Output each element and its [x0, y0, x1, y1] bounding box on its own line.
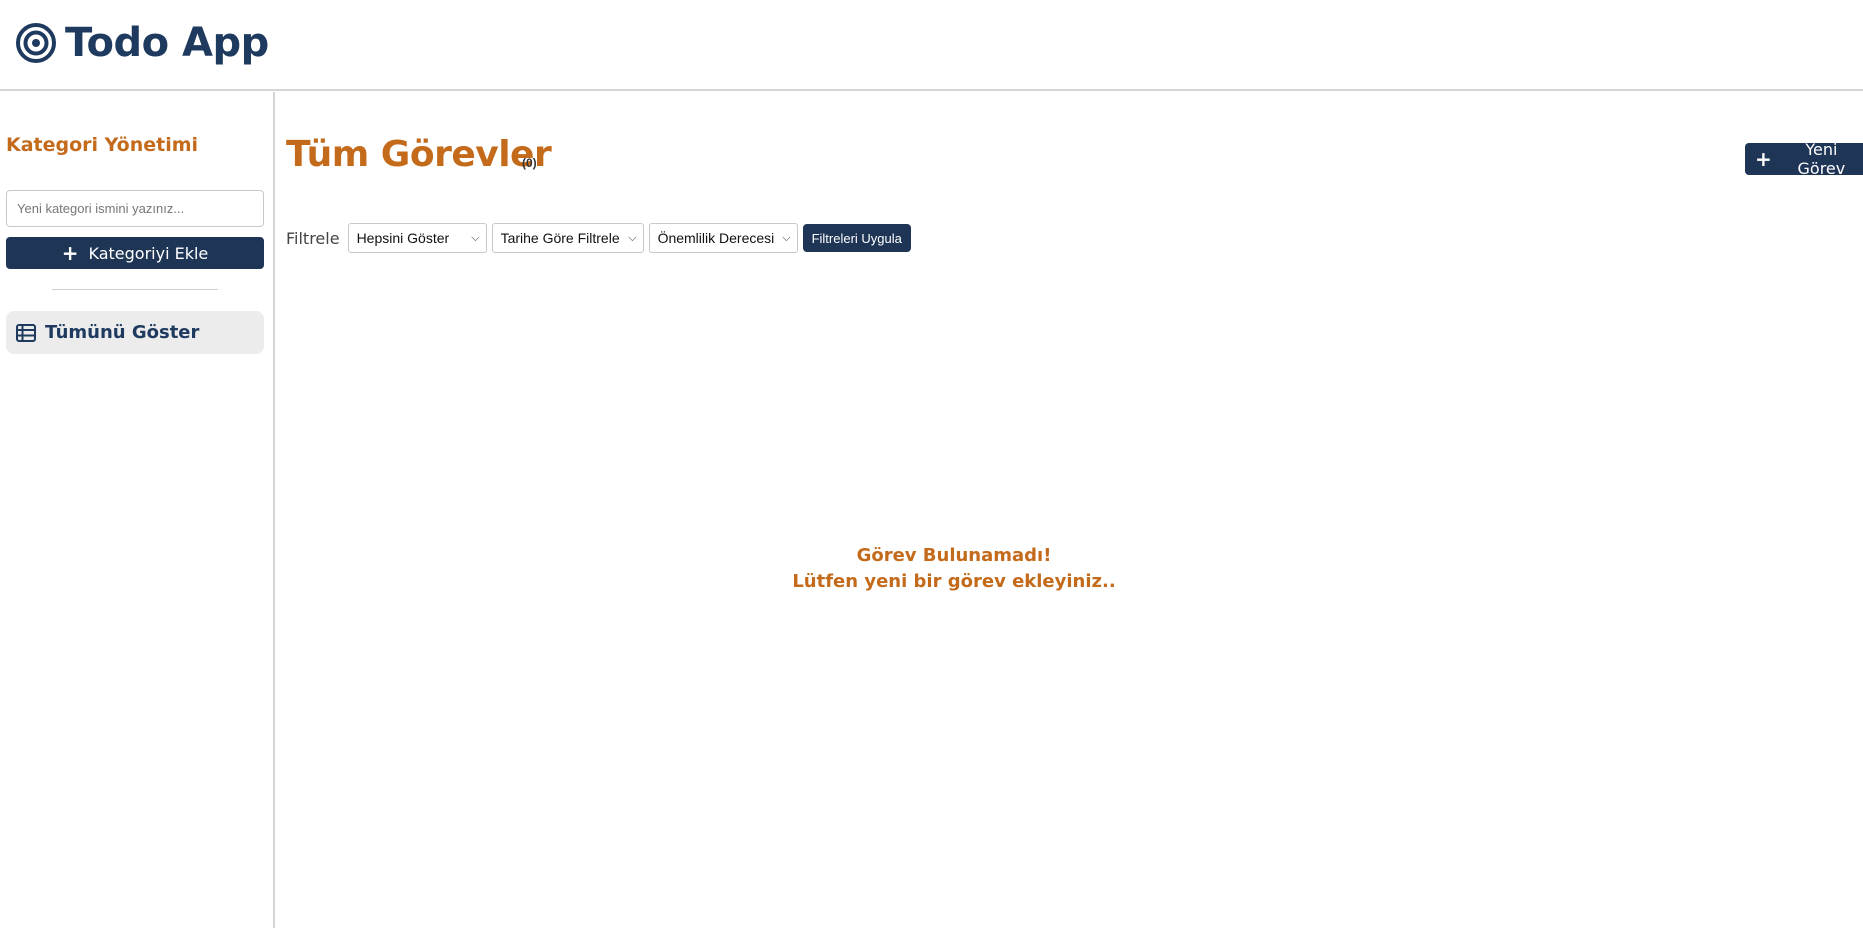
sidebar-item-show-all[interactable]: Tümünü Göster	[6, 311, 264, 354]
status-filter-value: Hepsini Göster	[356, 230, 450, 246]
date-filter-select[interactable]: Tarihe Göre Filtrele ⌵	[491, 223, 644, 253]
priority-filter-select[interactable]: Önemlilik Derecesi ⌵	[648, 223, 798, 253]
add-category-label: Kategoriyi Ekle	[88, 243, 209, 263]
sidebar-title: Kategori Yönetimi	[6, 134, 199, 156]
empty-state-title: Görev Bulunamadı!	[856, 545, 1052, 566]
apply-filters-button[interactable]: Filtreleri Uygula	[802, 224, 911, 252]
filter-bar: Filtrele Hepsini Göster ⌵ Tarihe Göre Fi…	[286, 223, 911, 253]
app-header: Todo App	[0, 0, 1863, 91]
target-icon	[16, 23, 56, 63]
plus-icon: +	[1755, 147, 1772, 171]
status-filter-select[interactable]: Hepsini Göster ⌵	[347, 223, 487, 253]
empty-state-message: Görev Bulunamadı! Lütfen yeni bir görev …	[277, 543, 1631, 595]
add-category-button[interactable]: + Kategoriyi Ekle	[6, 237, 264, 269]
empty-state-hint: Lütfen yeni bir görev ekleyiniz..	[792, 571, 1116, 592]
task-count: (0)	[522, 156, 537, 170]
sidebar: Kategori Yönetimi + Kategoriyi Ekle Tümü…	[0, 92, 275, 928]
chevron-down-icon: ⌵	[628, 231, 637, 244]
chevron-down-icon: ⌵	[782, 231, 791, 244]
date-filter-value: Tarihe Göre Filtrele	[500, 230, 620, 246]
priority-filter-value: Önemlilik Derecesi	[657, 230, 775, 246]
app-logo[interactable]: Todo App	[15, 20, 269, 66]
chevron-down-icon: ⌵	[471, 231, 480, 244]
plus-icon: +	[61, 241, 79, 265]
category-name-input[interactable]	[6, 190, 264, 227]
table-list-icon	[16, 323, 36, 342]
filter-label: Filtrele	[286, 228, 340, 248]
app-title: Todo App	[65, 20, 269, 66]
new-task-label: Yeni Görev	[1797, 140, 1846, 178]
main-content: Tüm Görevler (0) + Yeni Görev Filtrele H…	[277, 92, 1863, 928]
sidebar-item-label: Tümünü Göster	[45, 322, 200, 343]
new-task-button[interactable]: + Yeni Görev	[1745, 140, 1863, 178]
sidebar-divider	[52, 289, 218, 290]
page-title: Tüm Görevler	[286, 134, 552, 175]
